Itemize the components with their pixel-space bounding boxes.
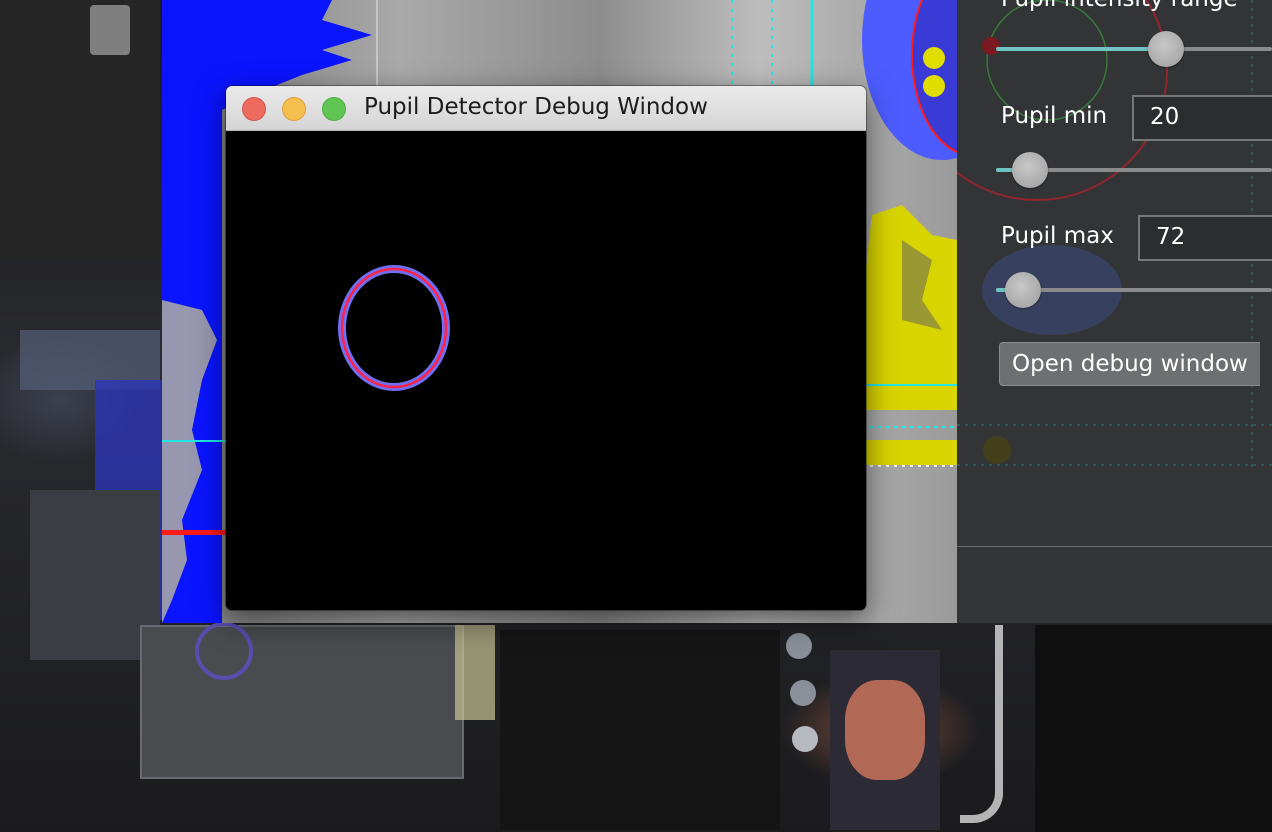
- pupil-max-field[interactable]: 72: [1138, 215, 1272, 261]
- pupil-min-label: Pupil min: [1001, 103, 1108, 129]
- close-button-icon[interactable]: [242, 97, 266, 121]
- slider-fill: [996, 47, 1166, 51]
- pupil-max-label: Pupil max: [1001, 223, 1114, 249]
- pupil-ellipse-inner: [340, 267, 448, 389]
- pupil-intensity-range-label: Pupil intensity range: [1001, 0, 1238, 12]
- panel-divider: [957, 546, 1272, 547]
- pupil-max-slider[interactable]: [996, 272, 1272, 308]
- pupil-detector-debug-window: Pupil Detector Debug Window: [226, 86, 866, 610]
- minimize-button-icon[interactable]: [282, 97, 306, 121]
- detector-settings-panel: [957, 0, 1272, 623]
- window-titlebar[interactable]: Pupil Detector Debug Window: [226, 86, 866, 131]
- pupil-min-slider[interactable]: [996, 152, 1272, 188]
- slider-thumb[interactable]: [1148, 31, 1184, 67]
- window-title: Pupil Detector Debug Window: [364, 94, 708, 120]
- desktop: Pupil intensity range Pupil min 20 Pupil…: [0, 0, 1272, 832]
- zoom-button-icon[interactable]: [322, 97, 346, 121]
- slider-thumb[interactable]: [1005, 272, 1041, 308]
- pupil-min-field[interactable]: 20: [1132, 95, 1272, 141]
- slider-thumb[interactable]: [1012, 152, 1048, 188]
- open-debug-window-button[interactable]: Open debug window: [999, 342, 1260, 386]
- pupil-ellipse-plot: [338, 265, 450, 391]
- debug-canvas: [226, 131, 866, 610]
- sidebar-overlay: [957, 0, 1272, 470]
- pupil-intensity-range-slider[interactable]: [996, 31, 1272, 67]
